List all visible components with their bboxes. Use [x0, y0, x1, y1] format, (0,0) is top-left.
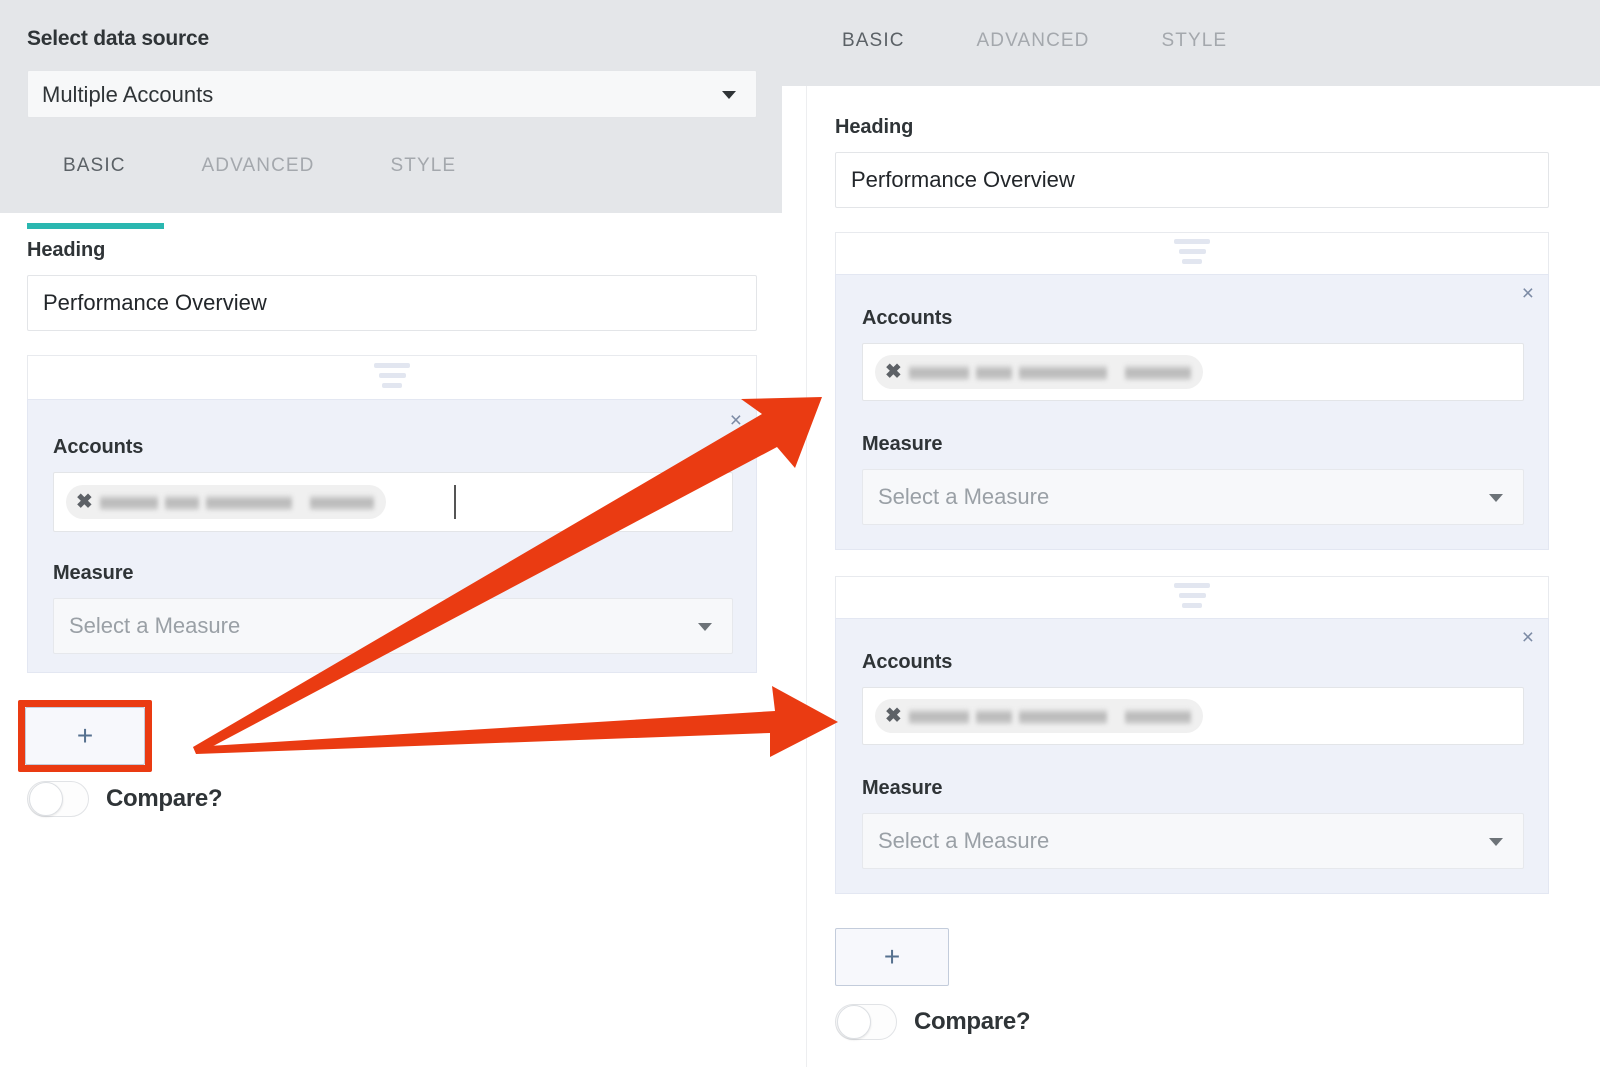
heading-input[interactable]: Performance Overview — [27, 275, 757, 331]
heading-input[interactable]: Performance Overview — [835, 152, 1549, 208]
drag-handle-icon — [1174, 583, 1210, 613]
tab-basic[interactable]: BASIC — [63, 155, 126, 229]
left-panel-tabs: BASIC ADVANCED STYLE — [63, 155, 456, 229]
measure-placeholder: Select a Measure — [878, 828, 1049, 854]
compare-toggle[interactable] — [27, 781, 89, 817]
compare-label: Compare? — [106, 785, 222, 813]
measure-placeholder: Select a Measure — [878, 484, 1049, 510]
compare-label: Compare? — [914, 1008, 1030, 1036]
right-config-panel: BASIC ADVANCED STYLE Heading Performance… — [782, 0, 1600, 1067]
chevron-down-icon — [722, 91, 736, 99]
plus-icon: + — [884, 943, 900, 971]
account-name-redacted — [909, 709, 1191, 724]
compare-toggle-row: Compare? — [835, 1004, 1030, 1040]
chip-remove-icon[interactable]: ✖ — [76, 492, 93, 512]
measure-select[interactable]: Select a Measure — [862, 813, 1524, 869]
account-name-redacted — [909, 365, 1191, 380]
tab-style[interactable]: STYLE — [1162, 30, 1228, 92]
accounts-label: Accounts — [862, 307, 952, 330]
tab-advanced[interactable]: ADVANCED — [977, 30, 1090, 92]
left-config-panel: Select data source Multiple Accounts BAS… — [0, 0, 782, 1067]
select-data-source-label: Select data source — [27, 27, 209, 51]
account-name-redacted — [100, 495, 374, 510]
toggle-knob — [29, 782, 63, 816]
accounts-input[interactable]: ✖ — [862, 343, 1524, 401]
right-panel-body: Heading Performance Overview × Accounts … — [806, 86, 1600, 1067]
measure-select[interactable]: Select a Measure — [53, 598, 733, 654]
heading-label: Heading — [835, 116, 913, 139]
account-group-card: × Accounts ✖ Measure — [835, 618, 1549, 894]
account-group-card: × Accounts ✖ Meas — [27, 399, 757, 673]
card-drag-handle[interactable] — [835, 576, 1549, 618]
plus-icon: + — [77, 722, 93, 750]
chevron-down-icon — [1489, 494, 1503, 502]
compare-toggle[interactable] — [835, 1004, 897, 1040]
measure-label: Measure — [862, 433, 942, 456]
accounts-label: Accounts — [53, 436, 143, 459]
measure-label: Measure — [53, 562, 133, 585]
close-icon[interactable]: × — [1522, 283, 1534, 304]
close-icon[interactable]: × — [730, 410, 742, 431]
text-cursor — [454, 485, 456, 519]
account-chip: ✖ — [875, 355, 1203, 389]
accounts-input[interactable]: ✖ — [53, 472, 733, 532]
account-chip: ✖ — [66, 485, 386, 519]
add-button[interactable]: + — [25, 707, 145, 765]
app-window: Select data source Multiple Accounts BAS… — [0, 0, 1600, 1067]
data-source-value: Multiple Accounts — [42, 82, 213, 108]
compare-toggle-row: Compare? — [27, 781, 222, 817]
accounts-input[interactable]: ✖ — [862, 687, 1524, 745]
account-group-card: × Accounts ✖ Measure — [835, 274, 1549, 550]
close-icon[interactable]: × — [1522, 627, 1534, 648]
card-drag-handle[interactable] — [27, 355, 757, 399]
tab-style[interactable]: STYLE — [391, 155, 457, 229]
card-drag-handle[interactable] — [835, 232, 1549, 274]
chevron-down-icon — [698, 623, 712, 631]
tab-basic[interactable]: BASIC — [842, 30, 905, 92]
accounts-label: Accounts — [862, 651, 952, 674]
tab-advanced[interactable]: ADVANCED — [202, 155, 315, 229]
add-button[interactable]: + — [835, 928, 949, 986]
measure-placeholder: Select a Measure — [69, 613, 240, 639]
chevron-down-icon — [1489, 838, 1503, 846]
drag-handle-icon — [374, 363, 410, 393]
heading-label: Heading — [27, 239, 105, 262]
heading-input-value: Performance Overview — [851, 167, 1075, 193]
measure-select[interactable]: Select a Measure — [862, 469, 1524, 525]
data-source-select[interactable]: Multiple Accounts — [27, 70, 757, 118]
heading-input-value: Performance Overview — [43, 290, 267, 316]
chip-remove-icon[interactable]: ✖ — [885, 706, 902, 726]
toggle-knob — [837, 1005, 871, 1039]
measure-label: Measure — [862, 777, 942, 800]
chip-remove-icon[interactable]: ✖ — [885, 362, 902, 382]
drag-handle-icon — [1174, 239, 1210, 269]
right-panel-tabs: BASIC ADVANCED STYLE — [842, 30, 1227, 92]
account-chip: ✖ — [875, 699, 1203, 733]
